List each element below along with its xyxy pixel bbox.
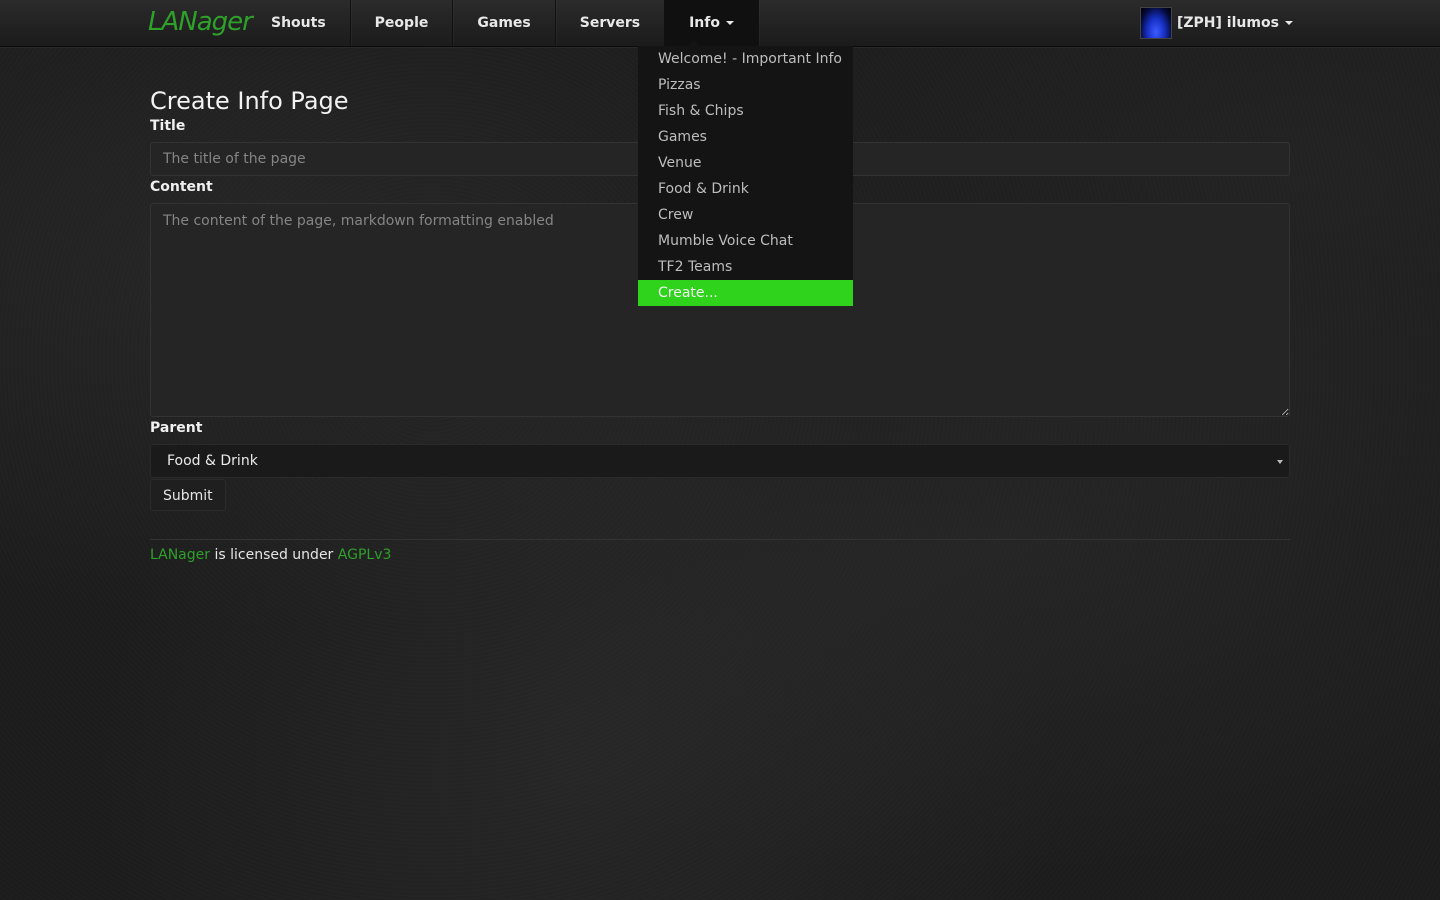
dropdown-list: Welcome! - Important Info Pizzas Fish & … xyxy=(638,46,853,306)
nav-item-label: Info xyxy=(689,15,720,31)
info-dropdown-menu: Welcome! - Important Info Pizzas Fish & … xyxy=(638,40,853,306)
lanager-link[interactable]: LANager xyxy=(150,547,210,563)
navbar: LANager Shouts People Games Servers Info… xyxy=(0,0,1440,47)
nav-item-info[interactable]: Info xyxy=(665,0,759,46)
user-menu[interactable]: [ZPH] ilumos xyxy=(1140,6,1293,40)
nav-item-label: Servers xyxy=(579,15,641,31)
nav-item-label: People xyxy=(374,15,429,31)
agpl-link[interactable]: AGPLv3 xyxy=(338,547,392,563)
dropdown-item-crew[interactable]: Crew xyxy=(638,202,853,228)
caret-down-icon xyxy=(1284,21,1293,25)
main-nav: Shouts People Games Servers Info xyxy=(247,0,759,46)
select-arrow-icon xyxy=(1277,460,1283,464)
nav-item-people[interactable]: People xyxy=(351,0,454,46)
parent-label: Parent xyxy=(150,420,203,436)
footer-text: is licensed under xyxy=(210,547,338,563)
user-name: [ZPH] ilumos xyxy=(1177,15,1279,31)
dropdown-item-games[interactable]: Games xyxy=(638,124,853,150)
dropdown-item-mumble[interactable]: Mumble Voice Chat xyxy=(638,228,853,254)
dropdown-item-food-drink[interactable]: Food & Drink xyxy=(638,176,853,202)
nav-item-label: Games xyxy=(477,15,531,31)
nav-item-label: Shouts xyxy=(271,15,326,31)
nav-item-games[interactable]: Games xyxy=(453,0,556,46)
brand-logo[interactable]: LANager xyxy=(148,4,253,40)
brand-logo-text: LANager xyxy=(148,7,253,37)
avatar xyxy=(1140,7,1172,39)
dropdown-item-fish-chips[interactable]: Fish & Chips xyxy=(638,98,853,124)
nav-item-shouts[interactable]: Shouts xyxy=(247,0,351,46)
caret-down-icon xyxy=(725,21,734,25)
parent-select-value: Food & Drink xyxy=(167,453,258,469)
parent-select[interactable]: Food & Drink xyxy=(150,444,1290,478)
dropdown-item-welcome[interactable]: Welcome! - Important Info xyxy=(638,46,853,72)
dropdown-item-pizzas[interactable]: Pizzas xyxy=(638,72,853,98)
nav-item-servers[interactable]: Servers xyxy=(556,0,666,46)
dropdown-item-create[interactable]: Create... xyxy=(638,280,853,306)
footer: LANager is licensed under AGPLv3 xyxy=(150,539,1290,563)
dropdown-item-venue[interactable]: Venue xyxy=(638,150,853,176)
dropdown-item-tf2-teams[interactable]: TF2 Teams xyxy=(638,254,853,280)
submit-button[interactable]: Submit xyxy=(150,479,226,511)
